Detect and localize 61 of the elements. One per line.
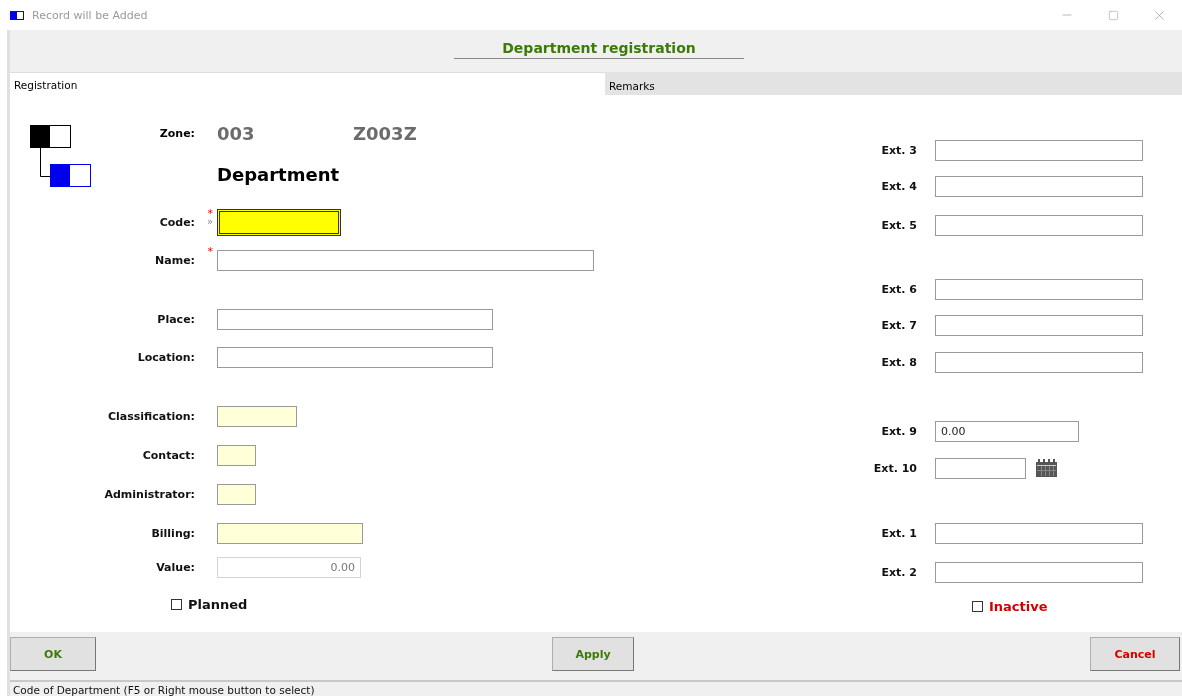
- tab[interactable]: Registration: [10, 72, 605, 95]
- calendar-icon[interactable]: [1036, 459, 1057, 477]
- dialog-button[interactable]: OK: [10, 637, 96, 671]
- input-field[interactable]: [935, 278, 1143, 300]
- field-label: Ext. 9: [881, 424, 917, 438]
- field-label: Name:: [155, 253, 195, 267]
- lookup-hint: »: [206, 218, 213, 226]
- zone-code: 003: [217, 122, 256, 144]
- field-label: Code:: [159, 216, 195, 229]
- input-field[interactable]: [217, 522, 363, 544]
- field-label: Ext. 3: [881, 143, 917, 157]
- field-label: Contact:: [142, 448, 195, 462]
- input-field[interactable]: [935, 175, 1143, 197]
- zone-value: Z003Z: [353, 122, 417, 144]
- input-field[interactable]: 0.00: [935, 420, 1079, 442]
- input-field[interactable]: [935, 314, 1143, 336]
- tab[interactable]: Remarks: [605, 72, 1182, 95]
- hierarchy-icon: [30, 125, 92, 188]
- status-text: Code of Department (F5 or Right mouse button to select): [13, 684, 315, 696]
- input-field[interactable]: [935, 457, 1026, 479]
- input-field[interactable]: 0.00: [217, 556, 361, 578]
- field-label: Place:: [157, 312, 195, 326]
- dialog-button[interactable]: Apply: [552, 637, 634, 671]
- checkbox[interactable]: [171, 598, 182, 610]
- field-label: Zone:: [159, 126, 195, 140]
- input-field[interactable]: [935, 351, 1143, 373]
- window-icon: [10, 10, 24, 20]
- input-field[interactable]: [217, 308, 493, 330]
- checkbox-label: Planned: [188, 596, 248, 612]
- field-label: Ext. 1: [881, 526, 917, 540]
- input-field[interactable]: [217, 444, 256, 466]
- field-label: Ext. 7: [881, 318, 917, 332]
- field-label: Billing:: [151, 526, 195, 540]
- input-field[interactable]: [935, 214, 1143, 236]
- input-field[interactable]: [217, 405, 297, 427]
- field-label: Administrator:: [104, 487, 195, 501]
- field-label: Ext. 6: [881, 282, 917, 296]
- input-field[interactable]: [217, 483, 256, 505]
- checkbox[interactable]: [972, 600, 983, 612]
- field-label: Ext. 8: [881, 355, 917, 369]
- field-label: Ext. 2: [881, 565, 917, 579]
- input-field[interactable]: [217, 249, 594, 271]
- input-field[interactable]: [935, 561, 1143, 583]
- field-label: Ext. 4: [881, 179, 917, 193]
- form-title: Department registration: [454, 40, 744, 59]
- field-label: Value:: [156, 560, 195, 574]
- input-field[interactable]: [935, 522, 1143, 544]
- field-label: Ext. 5: [881, 218, 917, 232]
- entity-heading: Department: [217, 163, 341, 185]
- maximize-icon: [1107, 9, 1119, 21]
- input-field[interactable]: [217, 209, 341, 236]
- field-label: Location:: [137, 350, 195, 364]
- input-field[interactable]: [935, 139, 1143, 161]
- field-label: Ext. 10: [873, 461, 917, 475]
- required-mark: *: [207, 209, 213, 218]
- input-field[interactable]: [217, 346, 493, 368]
- field-label: Classification:: [107, 409, 195, 423]
- required-mark: *: [207, 247, 213, 256]
- dialog-button[interactable]: Cancel: [1090, 637, 1180, 671]
- window-title: Record will be Added: [32, 8, 148, 22]
- checkbox-label: Inactive: [989, 598, 1048, 614]
